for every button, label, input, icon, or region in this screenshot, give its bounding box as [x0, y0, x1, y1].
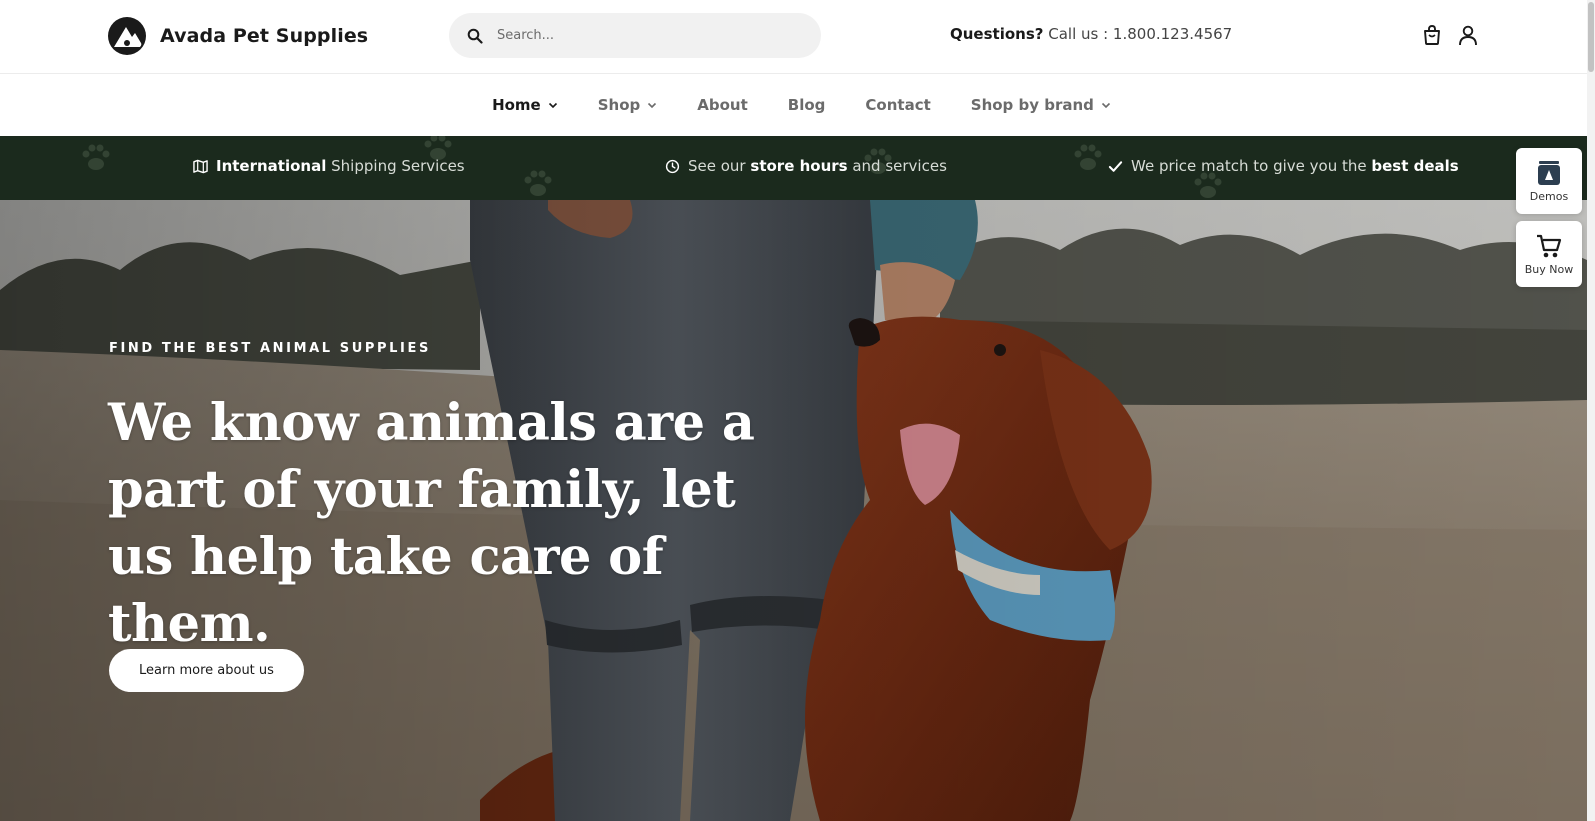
shopping-cart-icon — [1537, 234, 1562, 257]
nav-item-home[interactable]: Home — [492, 96, 558, 114]
paw-pattern-icon — [82, 144, 110, 170]
nav-item-label: Contact — [865, 96, 931, 114]
contact-phone[interactable]: Call us : 1.800.123.4567 — [1048, 25, 1232, 43]
scrollbar-thumb[interactable] — [1588, 2, 1594, 72]
nav-item-shop-by-brand[interactable]: Shop by brand — [971, 96, 1111, 114]
chevron-down-icon — [1101, 102, 1111, 109]
cart-icon[interactable] — [1420, 23, 1444, 47]
hero-eyebrow: FIND THE BEST ANIMAL SUPPLIES — [109, 341, 431, 356]
chevron-down-icon — [648, 102, 657, 109]
site-logo[interactable]: Avada Pet Supplies — [108, 17, 368, 55]
nav-item-contact[interactable]: Contact — [865, 96, 930, 114]
check-icon — [1108, 160, 1123, 172]
clock-icon — [665, 159, 680, 173]
search-input[interactable] — [497, 28, 797, 43]
nav-item-label: Home — [492, 96, 541, 114]
nav-item-label: About — [697, 96, 748, 114]
demos-widget[interactable]: Demos — [1516, 148, 1582, 214]
nav-item-blog[interactable]: Blog — [788, 96, 826, 114]
search-bar — [449, 13, 821, 58]
info-shipping-bold: International — [216, 157, 327, 175]
demos-icon — [1538, 160, 1560, 185]
paw-pattern-icon — [524, 170, 552, 196]
info-price-pre: We price match to give you the — [1131, 157, 1367, 175]
nav-item-shop[interactable]: Shop — [598, 96, 658, 114]
hero-section: FIND THE BEST ANIMAL SUPPLIES We know an… — [0, 200, 1587, 821]
nav-item-label: Blog — [787, 96, 826, 114]
info-price-match: We price match to give you the best deal… — [1108, 157, 1459, 175]
info-bar: International Shipping Services See our … — [0, 136, 1587, 200]
info-store-hours: See our store hours and services — [665, 157, 947, 175]
nav-item-label: Shop — [597, 96, 641, 114]
search-icon[interactable] — [467, 28, 483, 44]
info-hours-post: and services — [852, 157, 947, 175]
info-hours-pre: See our — [688, 157, 746, 175]
hero-headline: We know animals are a part of your famil… — [108, 393, 755, 654]
info-price-bold: best deals — [1371, 157, 1459, 175]
learn-more-button[interactable]: Learn more about us — [109, 649, 304, 692]
main-nav: Home Shop About Blog Contact Shop by bra… — [0, 74, 1587, 136]
contact-label: Questions? — [950, 25, 1044, 43]
buy-now-widget[interactable]: Buy Now — [1516, 221, 1582, 287]
info-shipping: International Shipping Services — [193, 157, 465, 175]
nav-item-label: Shop by brand — [970, 96, 1094, 114]
chevron-down-icon — [548, 102, 557, 109]
info-hours-bold: store hours — [750, 157, 848, 175]
site-header: Avada Pet Supplies Questions? Call us : … — [0, 0, 1595, 74]
nav-item-about[interactable]: About — [697, 96, 748, 114]
map-icon — [193, 159, 208, 173]
info-shipping-text: Shipping Services — [331, 157, 465, 175]
demos-label: Demos — [1529, 189, 1569, 203]
user-icon[interactable] — [1456, 23, 1480, 47]
buy-now-label: Buy Now — [1524, 262, 1574, 276]
contact-info: Questions? Call us : 1.800.123.4567 — [950, 25, 1232, 43]
logo-icon — [108, 17, 146, 55]
scrollbar[interactable] — [1587, 0, 1595, 821]
paw-pattern-icon — [1074, 144, 1102, 170]
brand-name: Avada Pet Supplies — [160, 25, 369, 47]
